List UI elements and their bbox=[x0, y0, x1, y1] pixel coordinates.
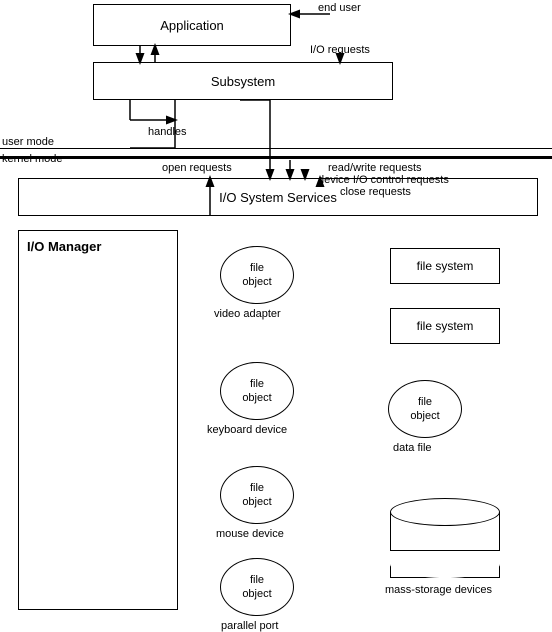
file-object-3: fileobject bbox=[220, 466, 294, 524]
io-system-services-label: I/O System Services bbox=[219, 190, 337, 205]
mass-storage-cylinder bbox=[390, 498, 500, 578]
user-mode-label: user mode bbox=[2, 136, 54, 148]
close-requests-label: close requests bbox=[340, 186, 411, 198]
file-system-1-box: file system bbox=[390, 248, 500, 284]
file-system-2-label: file system bbox=[417, 319, 474, 333]
file-object-1: fileobject bbox=[220, 246, 294, 304]
end-user-label: end user bbox=[318, 2, 361, 14]
application-label: Application bbox=[160, 18, 224, 33]
file-object-4: fileobject bbox=[220, 558, 294, 616]
handles-label: handles bbox=[148, 126, 187, 138]
kernel-mode-label: kernel mode bbox=[2, 153, 63, 165]
device-io-label: device I/O control requests bbox=[318, 174, 449, 186]
video-adapter-label: video adapter bbox=[214, 308, 281, 320]
file-object-5: fileobject bbox=[388, 380, 462, 438]
io-manager-label: I/O Manager bbox=[27, 239, 101, 254]
file-system-1-label: file system bbox=[417, 259, 474, 273]
mass-storage-label: mass-storage devices bbox=[385, 584, 492, 596]
application-box: Application bbox=[93, 4, 291, 46]
diagram: Application Subsystem user mode kernel m… bbox=[0, 0, 552, 620]
data-file-label: data file bbox=[393, 442, 432, 454]
io-requests-label: I/O requests bbox=[310, 44, 370, 56]
io-system-services-box: I/O System Services bbox=[18, 178, 538, 216]
kernel-mode-line bbox=[0, 156, 552, 159]
mouse-device-label: mouse device bbox=[216, 528, 284, 540]
read-write-label: read/write requests bbox=[328, 162, 422, 174]
subsystem-box: Subsystem bbox=[93, 62, 393, 100]
user-mode-line bbox=[0, 148, 552, 149]
open-requests-label: open requests bbox=[162, 162, 232, 174]
io-manager-box: I/O Manager bbox=[18, 230, 178, 610]
subsystem-label: Subsystem bbox=[211, 74, 275, 89]
file-object-2: fileobject bbox=[220, 362, 294, 420]
keyboard-device-label: keyboard device bbox=[207, 424, 287, 436]
file-system-2-box: file system bbox=[390, 308, 500, 344]
parallel-port-label: parallel port bbox=[221, 620, 278, 632]
